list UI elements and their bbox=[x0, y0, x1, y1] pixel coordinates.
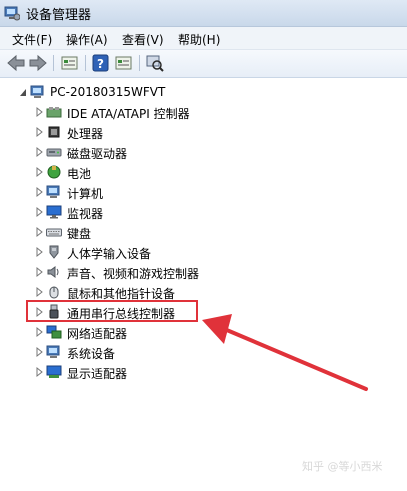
watermark: 知乎 @等小西米 bbox=[302, 460, 383, 473]
annotation-arrow bbox=[202, 314, 368, 391]
